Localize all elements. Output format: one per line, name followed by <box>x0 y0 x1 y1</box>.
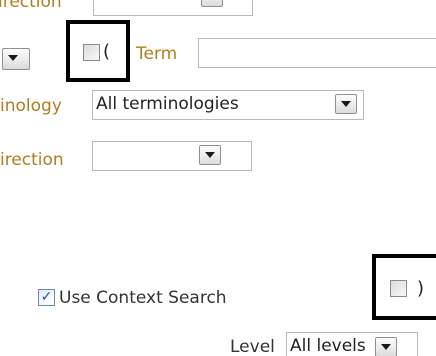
chevron-down-icon[interactable] <box>201 0 223 7</box>
direction-select[interactable] <box>92 141 252 171</box>
chevron-down-icon[interactable] <box>335 94 357 114</box>
level-select[interactable]: All levels <box>286 332 418 356</box>
chevron-down-icon[interactable] <box>375 337 397 356</box>
direction-label: irection <box>0 150 64 170</box>
operator-dropdown-button[interactable] <box>2 48 30 70</box>
checkmark-icon: ✓ <box>40 289 53 305</box>
level-label: Level <box>230 337 275 356</box>
use-context-search-label: Use Context Search <box>59 288 227 308</box>
direction-top-select[interactable] <box>93 0 253 16</box>
terminology-label: inology <box>0 96 62 116</box>
open-paren-label: ( <box>103 41 111 62</box>
search-form-fragment: irection ( Term inology All terminologie… <box>0 0 436 356</box>
use-context-search-checkbox[interactable]: ✓ <box>38 289 55 306</box>
terminology-selected-value: All terminologies <box>96 94 239 114</box>
level-selected-value: All levels <box>290 336 366 356</box>
close-paren-label: ) <box>417 278 425 299</box>
terminology-select[interactable]: All terminologies <box>92 90 364 120</box>
chevron-down-icon[interactable] <box>199 145 221 165</box>
close-paren-checkbox[interactable] <box>390 280 407 297</box>
direction-top-label: irection <box>0 0 62 12</box>
term-label: Term <box>136 44 178 64</box>
open-paren-checkbox[interactable] <box>83 44 100 61</box>
term-input[interactable] <box>198 38 436 68</box>
